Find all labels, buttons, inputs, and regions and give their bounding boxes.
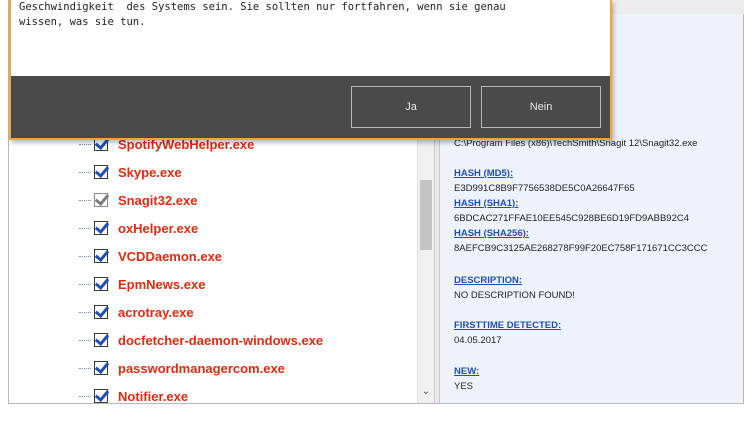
tree-branch xyxy=(79,200,91,201)
list-item[interactable]: passwordmanagercom.exe xyxy=(94,358,285,378)
checkbox-icon[interactable] xyxy=(94,221,108,235)
checkbox-icon[interactable] xyxy=(94,361,108,375)
description-heading: DESCRIPTION: xyxy=(454,275,523,286)
process-label: SpotifyWebHelper.exe xyxy=(118,140,255,152)
dialog-body: Geschwindigkeit des Systems sein. Sie so… xyxy=(11,0,610,76)
screen: SpotifyWebHelper.exe Skype.exe Snagit32.… xyxy=(0,0,750,421)
process-list: SpotifyWebHelper.exe Skype.exe Snagit32.… xyxy=(9,140,434,403)
firsttime-value: 04.05.2017 xyxy=(454,335,502,346)
description-value: NO DESCRIPTION FOUND! xyxy=(454,290,575,301)
checkbox-icon[interactable] xyxy=(94,193,108,207)
list-item[interactable]: acrotray.exe xyxy=(94,302,194,322)
scrollbar-thumb[interactable] xyxy=(420,180,432,250)
process-label: docfetcher-daemon-windows.exe xyxy=(118,332,324,348)
tree-branch xyxy=(79,368,91,369)
tree-branch xyxy=(79,256,91,257)
tree-branch xyxy=(79,284,91,285)
tree-branch xyxy=(79,172,91,173)
list-item[interactable]: SpotifyWebHelper.exe xyxy=(94,140,254,154)
checkbox-icon[interactable] xyxy=(94,277,108,291)
list-item[interactable]: EpmNews.exe xyxy=(94,274,205,294)
hash-sha256-value: 8AEFCB9C3125AE268278F99F20EC758F171671CC… xyxy=(454,243,708,254)
process-label: acrotray.exe xyxy=(118,304,194,320)
yes-button[interactable]: Ja xyxy=(351,86,471,128)
hash-sha1-value: 6BDCAC271FFAE10EE545C928BE6D19FD9ABB92C4 xyxy=(454,213,689,224)
tree-branch xyxy=(79,144,91,145)
tree-branch xyxy=(79,228,91,229)
new-heading: NEW: xyxy=(454,366,480,377)
process-label: Skype.exe xyxy=(118,164,182,180)
tree-branch xyxy=(79,312,91,313)
list-item[interactable]: Notifier.exe xyxy=(94,386,188,403)
list-item[interactable]: VCDDaemon.exe xyxy=(94,246,222,266)
checkbox-icon[interactable] xyxy=(94,165,108,179)
hash-sha1-heading: HASH (SHA1): xyxy=(454,198,519,209)
checkbox-icon[interactable] xyxy=(94,389,108,403)
window-top-strip xyxy=(612,0,744,15)
checkbox-icon[interactable] xyxy=(94,305,108,319)
process-label: Notifier.exe xyxy=(118,388,189,404)
process-label: Snagit32.exe xyxy=(118,192,198,208)
checkbox-icon[interactable] xyxy=(94,140,108,151)
list-item[interactable]: docfetcher-daemon-windows.exe xyxy=(94,330,323,350)
list-item[interactable]: Snagit32.exe xyxy=(94,190,198,210)
hash-sha256-heading: HASH (SHA256): xyxy=(454,228,529,239)
firsttime-heading: FIRSTTIME DETECTED: xyxy=(454,320,562,331)
process-label: passwordmanagercom.exe xyxy=(118,360,285,376)
checkbox-icon[interactable] xyxy=(94,333,108,347)
tree-branch xyxy=(79,396,91,397)
process-label: EpmNews.exe xyxy=(118,276,206,292)
dialog-footer: Ja Nein xyxy=(11,76,610,138)
tree-branch xyxy=(79,340,91,341)
no-button[interactable]: Nein xyxy=(481,86,601,128)
list-scrollbar[interactable]: ⌄ xyxy=(417,140,434,403)
dialog-message-line-2: wissen, was sie tun. xyxy=(19,16,146,28)
new-value: YES xyxy=(454,381,474,392)
checkbox-icon[interactable] xyxy=(94,249,108,263)
dialog-message-line-1: Geschwindigkeit des Systems sein. Sie so… xyxy=(19,1,506,13)
list-item[interactable]: Skype.exe xyxy=(94,162,182,182)
hash-md5-value: E3D991C8B9F7756538DE5C0A26647F65 xyxy=(454,183,635,194)
list-item[interactable]: oxHelper.exe xyxy=(94,218,198,238)
process-label: oxHelper.exe xyxy=(118,220,199,236)
chevron-down-icon[interactable]: ⌄ xyxy=(420,387,432,397)
process-label: VCDDaemon.exe xyxy=(118,248,223,264)
hash-md5-heading: HASH (MD5): xyxy=(454,168,514,179)
confirmation-dialog: Geschwindigkeit des Systems sein. Sie so… xyxy=(9,0,612,140)
